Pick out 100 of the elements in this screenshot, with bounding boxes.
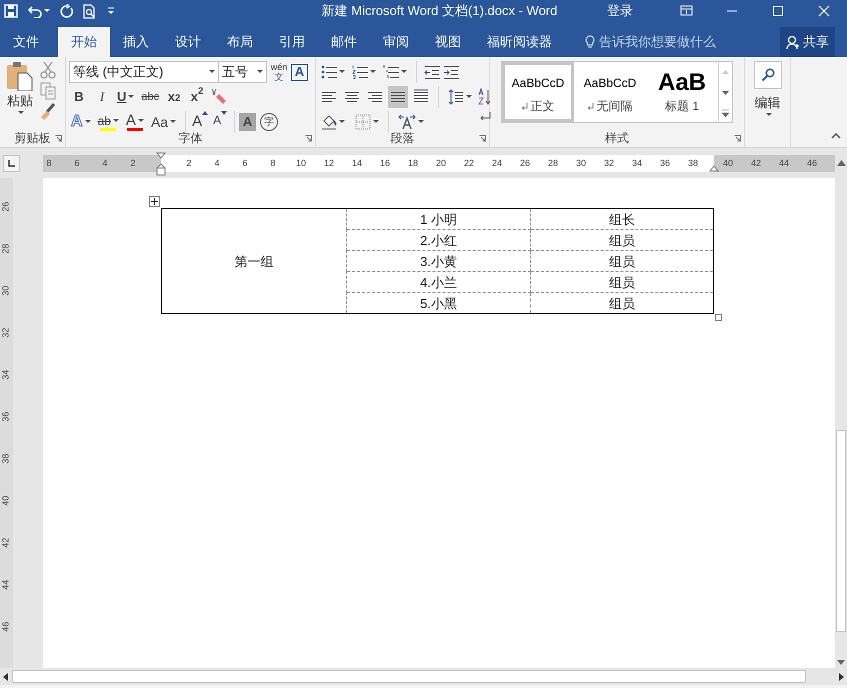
- search-icon[interactable]: [760, 68, 774, 82]
- group-label: 段落: [390, 131, 414, 145]
- format-button[interactable]: U: [115, 86, 136, 108]
- caret-icon[interactable]: [401, 70, 407, 74]
- caret-icon[interactable]: [84, 120, 91, 124]
- editing-button[interactable]: 编辑: [745, 57, 790, 116]
- style-gallery-item[interactable]: AaBbCcD 正文: [502, 62, 574, 122]
- table-move-handle-icon[interactable]: [149, 196, 160, 207]
- indent-marker-icon[interactable]: [156, 152, 166, 176]
- character-button[interactable]: A: [239, 113, 256, 131]
- paste-button[interactable]: 粘贴: [3, 61, 37, 129]
- close-icon[interactable]: [818, 5, 830, 17]
- lightbulb-icon: [585, 35, 595, 49]
- caret-icon[interactable]: [373, 120, 379, 124]
- ribbon-tab[interactable]: 邮件: [318, 27, 370, 57]
- format-button[interactable]: B: [69, 86, 89, 108]
- ribbon-tab[interactable]: 开始: [58, 27, 110, 57]
- scrollbar-thumb[interactable]: [12, 670, 806, 683]
- line-spacing-icon[interactable]: [448, 89, 464, 105]
- chinese-layout-icon[interactable]: [398, 114, 416, 130]
- redo-icon[interactable]: [60, 4, 74, 18]
- format-button[interactable]: x$_{2}$: [164, 86, 184, 108]
- dialog-launcher-icon[interactable]: [479, 135, 486, 142]
- style-gallery-item[interactable]: AaBbCcD 无间隔: [574, 62, 646, 122]
- font-size-dropdown[interactable]: 五号: [219, 61, 267, 83]
- caret-icon[interactable]: [339, 70, 345, 74]
- ribbon-tab[interactable]: 审阅: [370, 27, 422, 57]
- group-label: 字体: [178, 131, 202, 145]
- font-effect-button[interactable]: A: [124, 111, 146, 133]
- tell-me-field[interactable]: 告诉我你想要做什么: [585, 27, 716, 57]
- window-title: 新建 Microsoft Word 文档(1).docx - Word: [320, 2, 558, 20]
- table-cell: 2.小红: [346, 230, 530, 250]
- ribbon-tab[interactable]: 设计: [162, 27, 214, 57]
- ribbon-tab[interactable]: 插入: [110, 27, 162, 57]
- caret-icon[interactable]: [418, 120, 424, 124]
- ribbon-tab[interactable]: 文件: [0, 27, 52, 57]
- table-cell: 1 小明: [346, 208, 530, 230]
- scroll-up-icon[interactable]: [836, 160, 846, 166]
- font-size-button[interactable]: A: [210, 111, 230, 133]
- sort-icon[interactable]: [477, 88, 493, 106]
- scrollbar-thumb[interactable]: [836, 430, 846, 632]
- caret-icon[interactable]: [128, 95, 134, 99]
- ribbon-tab[interactable]: 引用: [266, 27, 318, 57]
- multilevel-list-icon[interactable]: [383, 64, 399, 80]
- dialog-launcher-icon[interactable]: [305, 135, 312, 142]
- horizontal-ruler: 8 6 4 2 2 4 6 8 10 12 14 16 18 20 22 24 26 28 30 32 34 36 38 40 42 44 46: [43, 154, 835, 172]
- group-label: 剪贴板: [14, 131, 50, 145]
- ribbon-tab[interactable]: 福昕阅读器: [474, 27, 565, 57]
- caret-icon[interactable]: [170, 120, 176, 124]
- undo-icon[interactable]: [28, 4, 42, 18]
- format-button[interactable]: x$^{2}$: [187, 86, 208, 108]
- decrease-indent-icon[interactable]: [424, 64, 440, 80]
- maximize-icon[interactable]: [772, 5, 784, 17]
- share-button[interactable]: 共享: [780, 27, 835, 57]
- bullets-icon[interactable]: [321, 64, 337, 80]
- font-name-dropdown[interactable]: 等线 (中文正文): [69, 61, 219, 83]
- caret-icon[interactable]: [209, 70, 215, 74]
- collapse-ribbon-icon[interactable]: [831, 133, 841, 139]
- save-icon[interactable]: [4, 4, 18, 18]
- caret-icon[interactable]: [766, 112, 772, 116]
- font-size-button[interactable]: A: [190, 111, 210, 133]
- format-button[interactable]: I: [92, 86, 112, 108]
- caret-icon[interactable]: [339, 120, 345, 124]
- caret-icon[interactable]: [370, 70, 376, 74]
- caret-icon[interactable]: [44, 9, 50, 13]
- tab-selector-button[interactable]: [3, 154, 20, 172]
- caret-icon[interactable]: [138, 118, 144, 122]
- caret-icon[interactable]: [466, 95, 472, 99]
- ribbon-tab[interactable]: 视图: [422, 27, 474, 57]
- caret-icon[interactable]: [18, 110, 24, 114]
- customize-toolbar-icon[interactable]: [107, 7, 115, 15]
- print-preview-icon[interactable]: [82, 4, 96, 18]
- style-gallery-item[interactable]: AaB 标题 1: [646, 62, 718, 122]
- scissors-icon[interactable]: [40, 61, 56, 79]
- clipboard-icon[interactable]: [6, 61, 34, 91]
- sign-in-link[interactable]: 登录: [607, 1, 633, 21]
- shading-icon[interactable]: [321, 114, 337, 130]
- right-indent-marker-icon[interactable]: [709, 165, 719, 172]
- format-painter-icon[interactable]: [40, 103, 56, 121]
- character-border-button[interactable]: A: [291, 64, 308, 80]
- ribbon-display-options-icon[interactable]: [680, 5, 692, 17]
- format-button[interactable]: abc: [139, 86, 162, 108]
- increase-indent-icon[interactable]: [443, 64, 459, 80]
- caret-icon[interactable]: [112, 118, 119, 122]
- font-effect-button[interactable]: ab: [96, 111, 121, 133]
- ribbon-tab[interactable]: 布局: [214, 27, 266, 57]
- borders-icon[interactable]: [355, 114, 371, 130]
- phonetic-guide-button[interactable]: wén 文: [270, 62, 288, 82]
- vertical-ruler: 26 28 30 32 34 36 38 40 42 44 46: [0, 178, 13, 668]
- left-tab-icon: [8, 160, 15, 166]
- clear-formatting-icon[interactable]: [210, 88, 228, 106]
- dialog-launcher-icon[interactable]: [734, 135, 741, 142]
- person-icon[interactable]: [786, 35, 800, 49]
- up-triangle-icon: [202, 111, 208, 115]
- table-resize-handle-icon[interactable]: [715, 314, 722, 321]
- numbering-icon[interactable]: [352, 64, 368, 80]
- dialog-launcher-icon[interactable]: [55, 135, 62, 142]
- character-button[interactable]: 字: [260, 113, 278, 131]
- font-effect-button[interactable]: Aa: [148, 111, 178, 133]
- caret-icon[interactable]: [257, 70, 263, 74]
